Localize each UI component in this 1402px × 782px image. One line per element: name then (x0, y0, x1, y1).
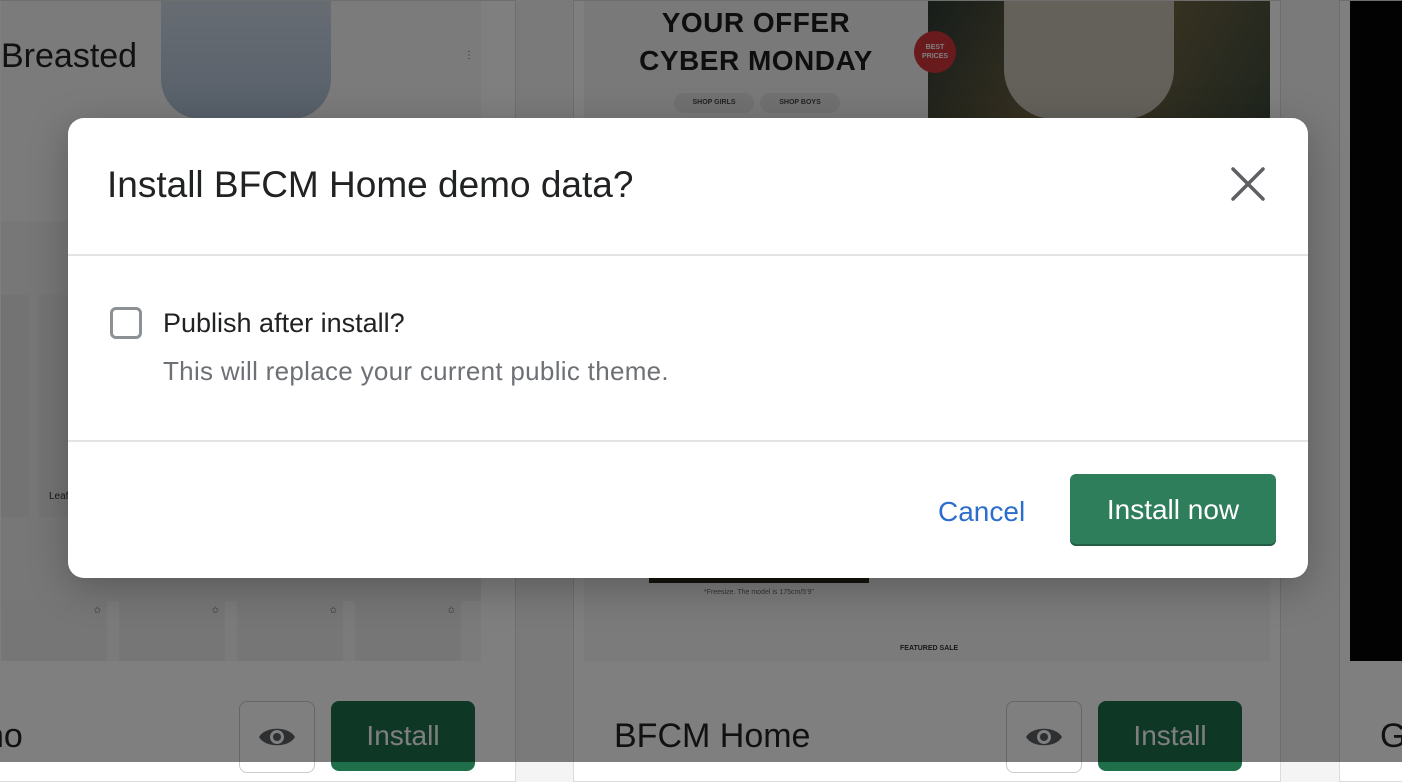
publish-help-text: This will replace your current public th… (163, 356, 669, 386)
install-now-button[interactable]: Install now (1070, 474, 1276, 546)
close-button[interactable] (1228, 164, 1268, 204)
install-demo-data-dialog: Install BFCM Home demo data? Publish aft… (68, 118, 1308, 578)
close-icon (1231, 167, 1265, 201)
publish-after-install-checkbox[interactable] (110, 307, 142, 339)
dialog-body: Publish after install? This will replace… (68, 256, 1308, 442)
dialog-title: Install BFCM Home demo data? (107, 164, 634, 205)
dialog-header: Install BFCM Home demo data? (68, 118, 1308, 256)
publish-after-install-label[interactable]: Publish after install? (163, 308, 405, 339)
cancel-button[interactable]: Cancel (938, 492, 1025, 532)
dialog-footer: Cancel Install now (68, 442, 1308, 578)
